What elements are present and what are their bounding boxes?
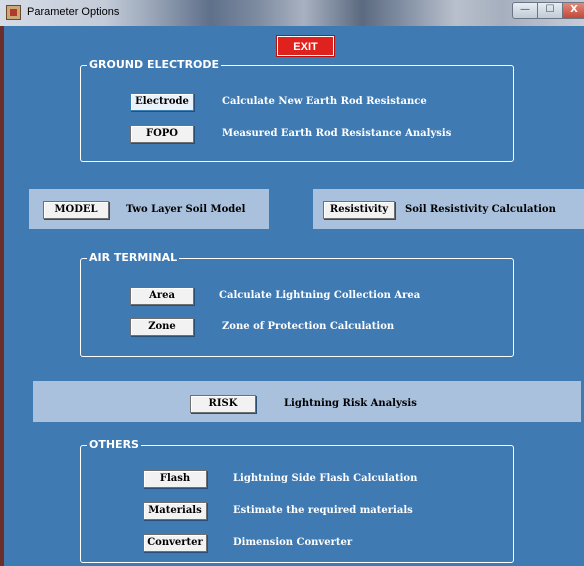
title-bar[interactable]: Parameter Options — ☐ X [0,0,584,26]
close-button[interactable]: X [562,2,584,19]
group-label-air-terminal: AIR TERMINAL [87,251,180,265]
maximize-button[interactable]: ☐ [537,2,563,19]
fopo-description: Measured Earth Rod Resistance Analysis [222,128,452,139]
resistivity-description: Soil Resistivity Calculation [405,204,556,215]
model-button[interactable]: MODEL [43,201,109,219]
parameter-options-window: Parameter Options — ☐ X EXIT GROUND ELEC… [0,0,584,566]
group-label-ground-electrode: GROUND ELECTRODE [87,58,222,72]
materials-button[interactable]: Materials [143,502,207,520]
fopo-button[interactable]: FOPO [130,125,194,143]
area-button[interactable]: Area [130,287,194,305]
converter-description: Dimension Converter [233,537,353,548]
zone-button[interactable]: Zone [130,318,194,336]
group-label-others: OTHERS [87,438,141,452]
risk-button[interactable]: RISK [190,395,256,413]
electrode-description: Calculate New Earth Rod Resistance [222,96,427,107]
exit-button[interactable]: EXIT [276,35,335,57]
ground-electrode-group: GROUND ELECTRODE [80,58,514,162]
minimize-button[interactable]: — [512,2,538,19]
window-left-edge [0,26,4,566]
zone-description: Zone of Protection Calculation [222,321,395,332]
air-terminal-group: AIR TERMINAL [80,251,514,357]
converter-button[interactable]: Converter [143,534,207,552]
model-description: Two Layer Soil Model [126,204,246,215]
flash-description: Lightning Side Flash Calculation [233,473,418,484]
window-title: Parameter Options [27,6,120,18]
resistivity-button[interactable]: Resistivity [323,201,395,219]
area-description: Calculate Lightning Collection Area [219,290,421,301]
risk-description: Lightning Risk Analysis [284,398,417,409]
electrode-button[interactable]: Electrode [130,93,194,111]
flash-button[interactable]: Flash [143,470,207,488]
materials-description: Estimate the required materials [233,505,413,516]
app-icon [6,5,21,20]
